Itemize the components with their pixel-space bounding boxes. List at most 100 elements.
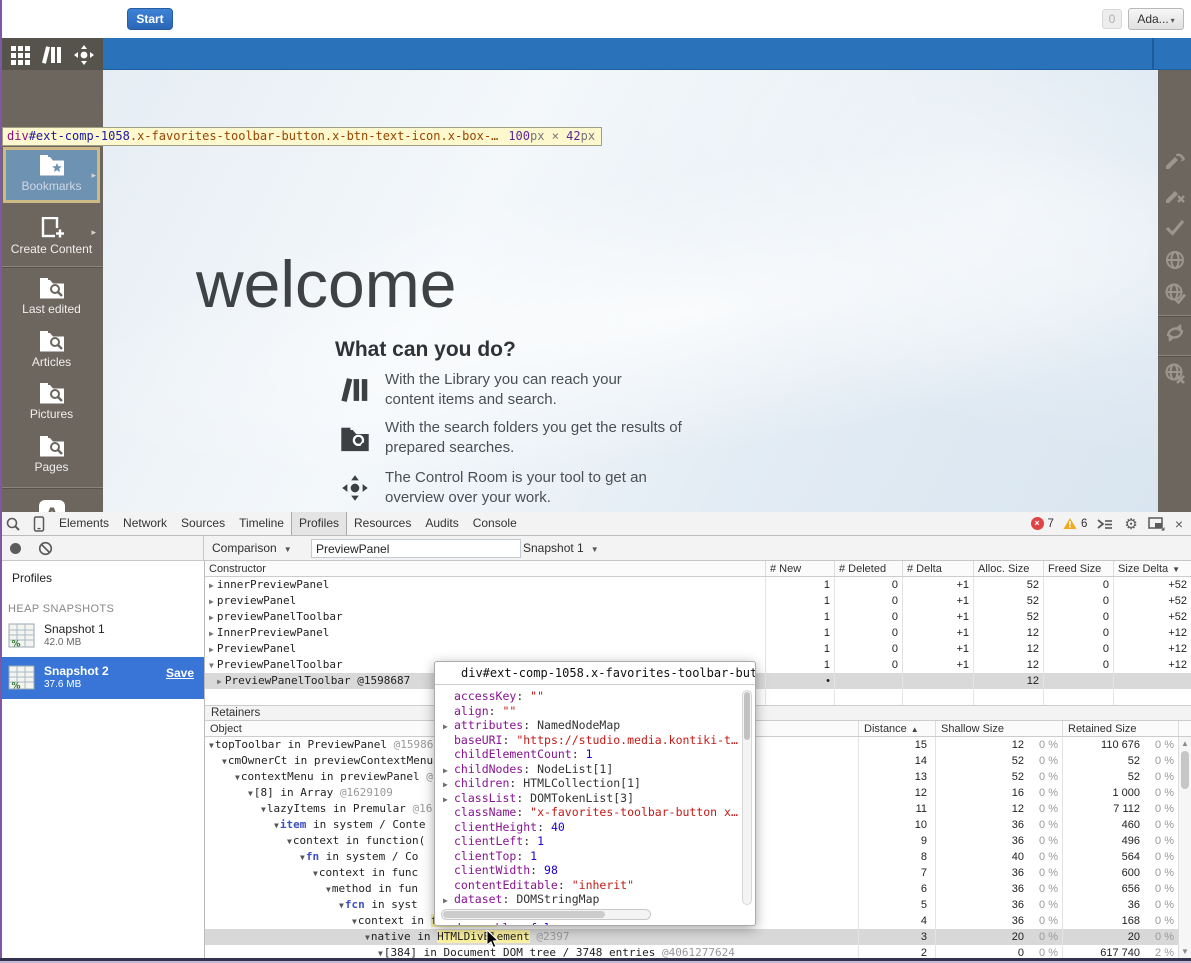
- object-property[interactable]: childElementCount: 1: [443, 747, 741, 762]
- mouse-cursor: [486, 930, 500, 950]
- object-property[interactable]: ▶dataset: DOMStringMap: [443, 892, 741, 907]
- edit-delete-icon[interactable]: [1162, 182, 1187, 207]
- toolbar-divider: [1158, 315, 1191, 316]
- object-property[interactable]: clientLeft: 1: [443, 834, 741, 849]
- warning-icon[interactable]: !: [1063, 517, 1077, 530]
- view-select[interactable]: Comparison▼: [212, 540, 292, 557]
- sidebar-item-pictures[interactable]: Pictures: [0, 380, 103, 421]
- tab-profiles[interactable]: Profiles: [291, 512, 347, 535]
- sidebar-item-pages[interactable]: Pages: [0, 433, 103, 474]
- sidebar-item-articles[interactable]: Articles: [0, 328, 103, 369]
- tab-timeline[interactable]: Timeline: [232, 512, 291, 535]
- object-property[interactable]: draggable: false: [443, 921, 741, 926]
- scroll-up-icon[interactable]: ▲: [1179, 739, 1191, 748]
- col-alloc-size: Alloc. Size: [973, 561, 1043, 576]
- scrollbar-thumb[interactable]: [744, 692, 750, 740]
- object-property[interactable]: clientHeight: 40: [443, 820, 741, 835]
- object-property[interactable]: className: "x-favorites-toolbar-button x…: [443, 805, 741, 820]
- col-delta: # Delta: [902, 561, 973, 576]
- gear-icon[interactable]: ⚙: [1124, 515, 1137, 533]
- popup-properties: accessKey: "" align: "" ▶attributes: Nam…: [435, 685, 755, 926]
- profiles-sidebar: Profiles HEAP SNAPSHOTS % Snapshot 1 42.…: [0, 561, 205, 958]
- table-row[interactable]: ▶previewPanel 10+1520+52: [205, 593, 1191, 609]
- table-row[interactable]: ▶InnerPreviewPanel 10+1120+12: [205, 625, 1191, 641]
- chevron-down-icon: ▼: [591, 545, 599, 554]
- table-row[interactable]: ▶previewPanelToolbar 10+1520+52: [205, 609, 1191, 625]
- scrollbar-thumb[interactable]: [1181, 751, 1189, 789]
- inspect-tooltip: div#ext-comp-1058.x-favorites-toolbar-bu…: [2, 127, 602, 146]
- object-property[interactable]: align: "": [443, 704, 741, 719]
- object-property[interactable]: ▶attributes: NamedNodeMap: [443, 718, 741, 733]
- error-count[interactable]: 7: [1048, 518, 1054, 530]
- grid-menu-icon[interactable]: [7, 42, 33, 68]
- tooltip-tag: div: [7, 129, 29, 143]
- console-drawer-icon[interactable]: [1096, 517, 1114, 531]
- publish-icon[interactable]: [1162, 247, 1187, 272]
- tab-console[interactable]: Console: [466, 512, 524, 535]
- sidebar-item-label: Pictures: [0, 407, 103, 421]
- sidebar-item-bookmarks[interactable]: Bookmarks ▸: [0, 154, 103, 193]
- sidebar-item-label: Create Content: [0, 242, 103, 256]
- sort-desc-icon: ▼: [1172, 565, 1180, 574]
- dock-side-icon[interactable]: [1148, 517, 1165, 531]
- object-property[interactable]: ▶children: HTMLCollection[1]: [443, 776, 741, 791]
- retainer-row[interactable]: ▼[384] in Document DOM tree / 3748 entri…: [205, 945, 1191, 958]
- scrollbar-thumb[interactable]: [443, 911, 605, 918]
- welcome-question: What can you do?: [335, 338, 516, 362]
- save-link[interactable]: Save: [166, 666, 194, 680]
- approve-icon[interactable]: [1162, 214, 1187, 239]
- feature-search-folders: With the search folders you get the resu…: [337, 418, 682, 458]
- error-icon[interactable]: ×: [1031, 517, 1044, 530]
- feature-library: With the Library you can reach yourconte…: [337, 370, 622, 410]
- class-filter-input[interactable]: [311, 539, 521, 558]
- close-icon[interactable]: ×: [1175, 516, 1183, 532]
- snapshot-1-item[interactable]: % Snapshot 1 42.0 MB: [0, 615, 204, 657]
- window-border: [0, 0, 2, 958]
- device-mode-icon[interactable]: [26, 512, 52, 535]
- table-row[interactable]: ▶innerPreviewPanel 10+1520+52: [205, 577, 1191, 593]
- devtools-tabbar: Elements Network Sources Timeline Profil…: [0, 512, 1191, 536]
- profiles-toolbar: Comparison▼ Snapshot 1▼: [0, 536, 1191, 561]
- warning-count[interactable]: 6: [1081, 518, 1087, 530]
- sidebar-item-label: Bookmarks: [0, 179, 103, 193]
- workflow-sync-icon[interactable]: [1162, 320, 1187, 345]
- tab-elements[interactable]: Elements: [52, 512, 116, 535]
- snapshot-2-item[interactable]: % Snapshot 2 37.6 MB Save: [0, 657, 204, 699]
- withdraw-icon[interactable]: [1162, 360, 1187, 385]
- feature-text: With the search folders you get the resu…: [385, 418, 682, 458]
- toolbar-divider: [1158, 355, 1191, 356]
- sidebar-item-create-content[interactable]: Create Content ▸: [0, 217, 103, 256]
- tab-audits[interactable]: Audits: [418, 512, 465, 535]
- tab-sources[interactable]: Sources: [174, 512, 232, 535]
- object-property[interactable]: clientTop: 1: [443, 849, 741, 864]
- search-folder-icon: [38, 275, 66, 299]
- retainer-row-selected[interactable]: ▼native in HTMLDivElement @2397 3 200 % …: [205, 929, 1191, 945]
- sidebar-divider: [0, 266, 103, 267]
- record-button[interactable]: [10, 543, 21, 554]
- inspect-element-icon[interactable]: [0, 512, 26, 535]
- col-constructor: Constructor: [205, 561, 765, 576]
- tab-network[interactable]: Network: [116, 512, 174, 535]
- sidebar-item-last-edited[interactable]: Last edited: [0, 275, 103, 316]
- snapshot-select[interactable]: Snapshot 1▼: [523, 540, 599, 557]
- publish-approve-icon[interactable]: [1162, 280, 1187, 305]
- popup-vertical-scrollbar[interactable]: [742, 690, 752, 905]
- start-button[interactable]: Start: [127, 8, 173, 30]
- retainers-scrollbar[interactable]: ▲ ▼: [1178, 737, 1191, 958]
- object-property[interactable]: ▶childNodes: NodeList[1]: [443, 762, 741, 777]
- object-property[interactable]: contentEditable: "inherit": [443, 878, 741, 893]
- user-menu-button[interactable]: Ada...▾: [1128, 8, 1184, 30]
- object-property[interactable]: clientWidth: 98: [443, 863, 741, 878]
- grid-header[interactable]: Constructor # New # Deleted # Delta Allo…: [205, 561, 1191, 577]
- scroll-down-icon[interactable]: ▼: [1179, 947, 1191, 956]
- clear-icon[interactable]: [38, 541, 53, 556]
- object-property[interactable]: accessKey: "": [443, 689, 741, 704]
- library-icon[interactable]: [39, 42, 65, 68]
- control-room-icon[interactable]: [71, 42, 97, 68]
- popup-horizontal-scrollbar[interactable]: [441, 909, 651, 920]
- object-property[interactable]: baseURI: "https://studio.media.kontiki-t…: [443, 733, 741, 748]
- edit-undo-icon[interactable]: [1162, 148, 1187, 173]
- object-property[interactable]: ▶classList: DOMTokenList[3]: [443, 791, 741, 806]
- tab-resources[interactable]: Resources: [347, 512, 418, 535]
- table-row[interactable]: ▶PreviewPanel 10+1120+12: [205, 641, 1191, 657]
